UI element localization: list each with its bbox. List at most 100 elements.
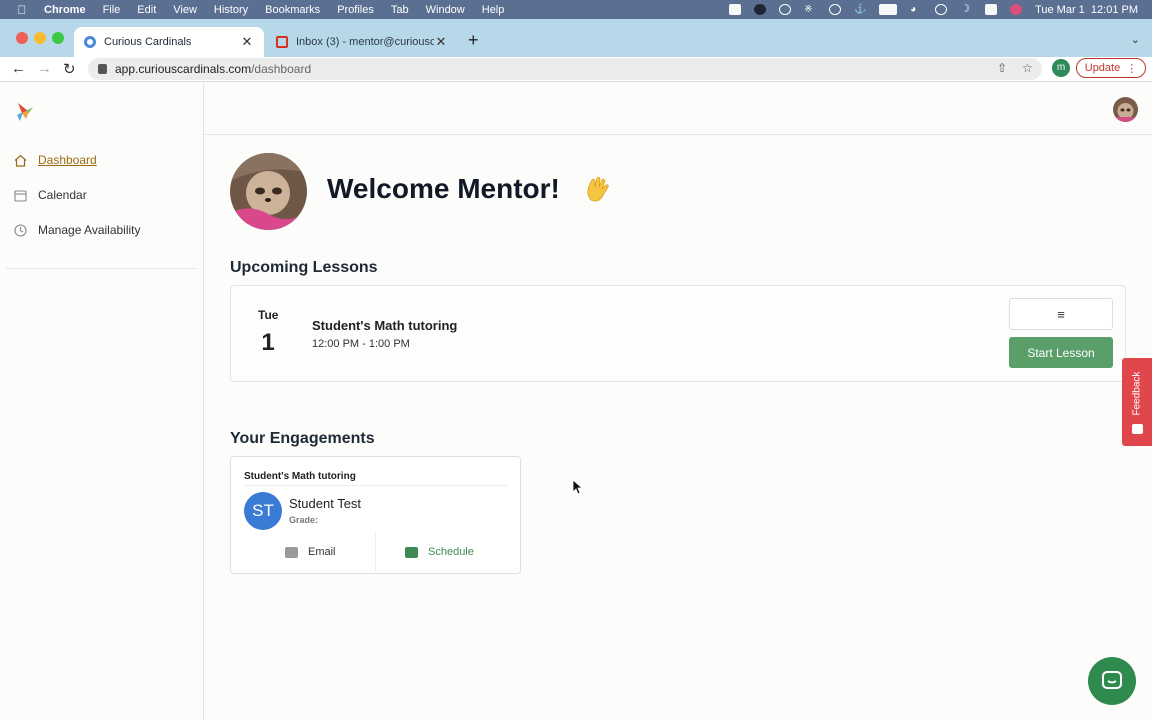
welcome-heading: Welcome Mentor! (327, 173, 560, 204)
email-button[interactable]: Email (285, 546, 336, 558)
user-avatar-menu[interactable] (1113, 97, 1138, 122)
menubar-datetime[interactable]: Tue Mar 1 12:01 PM (1035, 4, 1138, 16)
spotlight-icon[interactable] (935, 4, 948, 15)
feedback-label: Feedback (1131, 371, 1143, 416)
status-icons: ※ ⚓ ◕ ☽ Tue Mar 1 12:01 PM (729, 0, 1138, 19)
lesson-menu-button[interactable]: ≡ (1009, 298, 1113, 330)
maximize-window-button[interactable] (52, 32, 64, 44)
url-domain: app.curiouscardinals.com (115, 62, 252, 76)
envelope-icon (285, 546, 298, 558)
sidebar-item-label: Calendar (38, 188, 87, 202)
feedback-tab[interactable]: Feedback (1122, 358, 1152, 446)
url-path: /dashboard (251, 62, 312, 76)
menu-help[interactable]: Help (482, 4, 505, 16)
tab-search-chevron-icon[interactable]: ⌄ (1131, 33, 1140, 46)
cardinal-logo-icon[interactable] (14, 101, 34, 123)
update-button[interactable]: Update ⋮ (1076, 58, 1146, 78)
sidebar-item-manage-availability[interactable]: Manage Availability (14, 221, 141, 239)
feedback-chat-icon (1132, 424, 1143, 434)
menu-file[interactable]: File (103, 4, 121, 16)
lock-icon[interactable] (98, 64, 107, 74)
play-status-icon[interactable] (829, 4, 842, 15)
student-avatar: ST (244, 492, 282, 530)
sidebar-item-calendar[interactable]: Calendar (14, 186, 87, 204)
engagement-divider (244, 485, 508, 486)
browser-toolbar: ← → ↻ app.curiouscardinals.com/dashboard… (0, 57, 1152, 82)
calendar-icon (14, 189, 27, 202)
close-tab-icon[interactable]: ✕ (240, 34, 254, 50)
clock-icon (14, 223, 27, 237)
sloth-photo-icon (230, 153, 307, 230)
close-window-button[interactable] (16, 32, 28, 44)
share-icon[interactable]: ⇧ (997, 61, 1007, 75)
student-grade: Grade: (289, 515, 319, 525)
wifi-icon[interactable]: ◕ (910, 4, 922, 15)
start-lesson-button[interactable]: Start Lesson (1009, 337, 1113, 368)
upcoming-lesson-card: Tue 1 Student's Math tutoring 12:00 PM -… (230, 285, 1126, 382)
profile-avatar-button[interactable]: m (1052, 59, 1070, 77)
waving-hand-icon (587, 176, 609, 202)
more-vert-icon: ⋮ (1126, 62, 1138, 75)
schedule-label: Schedule (428, 546, 474, 558)
menu-chrome[interactable]: Chrome (44, 4, 86, 16)
menu-history[interactable]: History (214, 4, 248, 16)
browser-tab-strip: Curious Cardinals ✕ Inbox (3) - mentor@c… (0, 19, 1152, 57)
upcoming-lessons-heading: Upcoming Lessons (230, 259, 378, 276)
chat-icon (1102, 671, 1122, 689)
bookmark-star-icon[interactable]: ☆ (1022, 61, 1033, 75)
sidebar-item-dashboard[interactable]: Dashboard (14, 151, 97, 169)
menu-bookmarks[interactable]: Bookmarks (265, 4, 320, 16)
search-status-icon[interactable] (779, 4, 792, 15)
mouse-cursor-icon (572, 479, 582, 495)
engagement-title: Student's Math tutoring (244, 471, 356, 482)
link-status-icon[interactable]: ⚓ (854, 4, 866, 15)
schedule-button[interactable]: Schedule (405, 546, 474, 558)
menu-edit[interactable]: Edit (137, 4, 156, 16)
moon-icon[interactable]: ☽ (960, 4, 972, 15)
email-label: Email (308, 546, 336, 558)
tab-curious-cardinals[interactable]: Curious Cardinals ✕ (74, 27, 264, 57)
tab-title: Curious Cardinals (104, 36, 192, 48)
menu-tab[interactable]: Tab (391, 4, 409, 16)
tab-favicon-icon (84, 36, 96, 48)
hamburger-menu-icon: ≡ (1057, 306, 1065, 322)
record-status-icon[interactable] (754, 4, 767, 15)
sidebar-divider (6, 268, 196, 269)
bluetooth-icon[interactable]: ※ (804, 4, 816, 15)
siri-icon[interactable] (1010, 4, 1023, 15)
app-root: Dashboard Calendar Manage Availability W… (0, 83, 1152, 720)
gmail-icon (276, 36, 288, 48)
tab-title: Inbox (3) - mentor@curiouscar (296, 36, 434, 48)
apple-icon[interactable]:  (0, 3, 44, 17)
lesson-name: Student's Math tutoring (312, 318, 458, 333)
close-tab-icon[interactable]: ✕ (434, 34, 448, 50)
menu-profiles[interactable]: Profiles (337, 4, 374, 16)
control-center-icon[interactable] (985, 4, 998, 15)
sloth-avatar-icon (1113, 97, 1138, 122)
battery-icon[interactable] (879, 4, 898, 15)
lesson-day: Tue (258, 308, 279, 322)
menu-window[interactable]: Window (426, 4, 465, 16)
student-name: Student Test (289, 496, 362, 511)
zoom-status-icon[interactable] (729, 4, 742, 15)
your-engagements-heading: Your Engagements (230, 430, 375, 447)
chat-launcher-button[interactable] (1088, 657, 1136, 705)
minimize-window-button[interactable] (34, 32, 46, 44)
macos-menu-bar:  Chrome File Edit View History Bookmark… (0, 0, 1152, 19)
address-bar[interactable]: app.curiouscardinals.com/dashboard (88, 58, 1042, 80)
back-arrow-icon[interactable]: ← (11, 60, 26, 77)
reload-icon[interactable]: ↻ (63, 60, 76, 78)
new-tab-button[interactable]: + (468, 30, 479, 51)
menu-view[interactable]: View (173, 4, 197, 16)
engagement-action-divider (375, 531, 376, 574)
tab-gmail-inbox[interactable]: Inbox (3) - mentor@curiouscar ✕ (266, 27, 458, 57)
sidebar: Dashboard Calendar Manage Availability (0, 83, 204, 720)
sidebar-item-label: Manage Availability (38, 223, 141, 237)
lesson-date: 1 (261, 329, 275, 356)
profile-photo (230, 153, 307, 230)
top-bar (205, 83, 1152, 135)
update-label: Update (1084, 62, 1121, 74)
sidebar-item-label: Dashboard (38, 153, 97, 167)
home-icon (14, 154, 27, 167)
forward-arrow-icon[interactable]: → (37, 60, 52, 77)
